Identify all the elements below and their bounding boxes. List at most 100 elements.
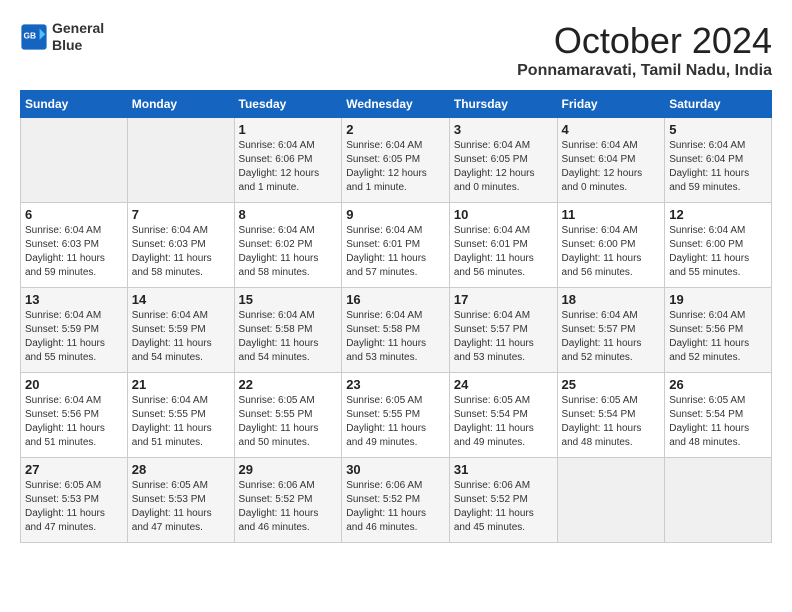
calendar-cell: 7 Sunrise: 6:04 AM Sunset: 6:03 PM Daylig… [127,203,234,288]
week-row-5: 27 Sunrise: 6:05 AM Sunset: 5:53 PM Dayli… [21,458,772,543]
calendar-cell [665,458,772,543]
calendar-cell: 27 Sunrise: 6:05 AM Sunset: 5:53 PM Dayli… [21,458,128,543]
calendar-cell: 21 Sunrise: 6:04 AM Sunset: 5:55 PM Dayli… [127,373,234,458]
day-info: Sunrise: 6:05 AM Sunset: 5:54 PM Dayligh… [562,394,661,450]
day-info: Sunrise: 6:05 AM Sunset: 5:55 PM Dayligh… [239,394,338,450]
day-number: 6 [25,207,123,222]
day-info: Sunrise: 6:04 AM Sunset: 5:56 PM Dayligh… [669,309,767,365]
day-number: 29 [239,462,338,477]
calendar-cell: 14 Sunrise: 6:04 AM Sunset: 5:59 PM Dayli… [127,288,234,373]
calendar-cell: 24 Sunrise: 6:05 AM Sunset: 5:54 PM Dayli… [449,373,557,458]
day-info: Sunrise: 6:05 AM Sunset: 5:54 PM Dayligh… [454,394,553,450]
day-number: 3 [454,122,553,137]
calendar-cell: 31Sunrise: 6:06 AM Sunset: 5:52 PM Dayli… [449,458,557,543]
calendar-cell: 10 Sunrise: 6:04 AM Sunset: 6:01 PM Dayli… [449,203,557,288]
day-number: 23 [346,377,445,392]
day-info: Sunrise: 6:04 AM Sunset: 5:57 PM Dayligh… [454,309,553,365]
weekday-header-friday: Friday [557,91,665,118]
svg-text:GB: GB [24,30,37,40]
week-row-1: 1Sunrise: 6:04 AM Sunset: 6:06 PM Daylig… [21,118,772,203]
week-row-3: 13 Sunrise: 6:04 AM Sunset: 5:59 PM Dayli… [21,288,772,373]
calendar-cell: 12Sunrise: 6:04 AM Sunset: 6:00 PM Dayli… [665,203,772,288]
day-number: 1 [239,122,338,137]
calendar-cell: 25 Sunrise: 6:05 AM Sunset: 5:54 PM Dayli… [557,373,665,458]
calendar-cell: 8Sunrise: 6:04 AM Sunset: 6:02 PM Daylig… [234,203,342,288]
day-number: 12 [669,207,767,222]
calendar-cell: 26Sunrise: 6:05 AM Sunset: 5:54 PM Dayli… [665,373,772,458]
day-info: Sunrise: 6:04 AM Sunset: 6:03 PM Dayligh… [132,224,230,280]
calendar-cell: 29 Sunrise: 6:06 AM Sunset: 5:52 PM Dayli… [234,458,342,543]
calendar-cell: 19 Sunrise: 6:04 AM Sunset: 5:56 PM Dayli… [665,288,772,373]
day-number: 7 [132,207,230,222]
day-info: Sunrise: 6:05 AM Sunset: 5:55 PM Dayligh… [346,394,445,450]
calendar-cell: 28 Sunrise: 6:05 AM Sunset: 5:53 PM Dayli… [127,458,234,543]
calendar-cell: 22 Sunrise: 6:05 AM Sunset: 5:55 PM Dayli… [234,373,342,458]
logo-icon: GB [20,23,48,51]
calendar-cell: 15 Sunrise: 6:04 AM Sunset: 5:58 PM Dayli… [234,288,342,373]
day-number: 16 [346,292,445,307]
day-number: 10 [454,207,553,222]
day-info: Sunrise: 6:04 AM Sunset: 5:58 PM Dayligh… [346,309,445,365]
day-number: 26 [669,377,767,392]
day-info: Sunrise: 6:06 AM Sunset: 5:52 PM Dayligh… [346,479,445,535]
weekday-header-saturday: Saturday [665,91,772,118]
day-number: 15 [239,292,338,307]
logo-line1: General [52,20,104,37]
day-info: Sunrise: 6:04 AM Sunset: 5:56 PM Dayligh… [25,394,123,450]
day-info: Sunrise: 6:04 AM Sunset: 5:55 PM Dayligh… [132,394,230,450]
day-info: Sunrise: 6:05 AM Sunset: 5:53 PM Dayligh… [132,479,230,535]
day-info: Sunrise: 6:04 AM Sunset: 6:05 PM Dayligh… [346,139,445,195]
day-info: Sunrise: 6:05 AM Sunset: 5:53 PM Dayligh… [25,479,123,535]
day-number: 2 [346,122,445,137]
calendar-cell [21,118,128,203]
calendar-cell: 23 Sunrise: 6:05 AM Sunset: 5:55 PM Dayli… [342,373,450,458]
calendar-cell: 17Sunrise: 6:04 AM Sunset: 5:57 PM Dayli… [449,288,557,373]
location: Ponnamaravati, Tamil Nadu, India [517,62,772,80]
day-number: 18 [562,292,661,307]
day-info: Sunrise: 6:04 AM Sunset: 6:01 PM Dayligh… [454,224,553,280]
day-number: 4 [562,122,661,137]
calendar-cell: 9Sunrise: 6:04 AM Sunset: 6:01 PM Daylig… [342,203,450,288]
calendar-cell: 11Sunrise: 6:04 AM Sunset: 6:00 PM Dayli… [557,203,665,288]
calendar-cell: 1Sunrise: 6:04 AM Sunset: 6:06 PM Daylig… [234,118,342,203]
calendar-table: SundayMondayTuesdayWednesdayThursdayFrid… [20,90,772,543]
calendar-cell: 5 Sunrise: 6:04 AM Sunset: 6:04 PM Daylig… [665,118,772,203]
day-info: Sunrise: 6:04 AM Sunset: 6:05 PM Dayligh… [454,139,553,195]
day-number: 28 [132,462,230,477]
week-row-2: 6 Sunrise: 6:04 AM Sunset: 6:03 PM Daylig… [21,203,772,288]
calendar-cell: 30Sunrise: 6:06 AM Sunset: 5:52 PM Dayli… [342,458,450,543]
day-number: 21 [132,377,230,392]
day-number: 8 [239,207,338,222]
day-number: 22 [239,377,338,392]
day-info: Sunrise: 6:04 AM Sunset: 5:57 PM Dayligh… [562,309,661,365]
day-number: 25 [562,377,661,392]
day-info: Sunrise: 6:04 AM Sunset: 6:01 PM Dayligh… [346,224,445,280]
day-info: Sunrise: 6:04 AM Sunset: 6:04 PM Dayligh… [562,139,661,195]
day-number: 27 [25,462,123,477]
day-number: 5 [669,122,767,137]
weekday-header-sunday: Sunday [21,91,128,118]
day-info: Sunrise: 6:06 AM Sunset: 5:52 PM Dayligh… [239,479,338,535]
day-info: Sunrise: 6:04 AM Sunset: 6:04 PM Dayligh… [669,139,767,195]
calendar-cell: 2 Sunrise: 6:04 AM Sunset: 6:05 PM Daylig… [342,118,450,203]
header: GB General Blue October 2024 Ponnamarava… [20,20,772,80]
calendar-cell [557,458,665,543]
logo: GB General Blue [20,20,104,54]
day-number: 24 [454,377,553,392]
calendar-cell: 20 Sunrise: 6:04 AM Sunset: 5:56 PM Dayli… [21,373,128,458]
calendar-cell: 16 Sunrise: 6:04 AM Sunset: 5:58 PM Dayli… [342,288,450,373]
logo-text: General Blue [52,20,104,54]
day-info: Sunrise: 6:04 AM Sunset: 5:58 PM Dayligh… [239,309,338,365]
day-number: 14 [132,292,230,307]
weekday-header-monday: Monday [127,91,234,118]
day-number: 19 [669,292,767,307]
weekday-header-tuesday: Tuesday [234,91,342,118]
logo-line2: Blue [52,37,104,54]
day-number: 13 [25,292,123,307]
calendar-cell [127,118,234,203]
day-info: Sunrise: 6:04 AM Sunset: 5:59 PM Dayligh… [132,309,230,365]
day-number: 20 [25,377,123,392]
calendar-cell: 6Sunrise: 6:04 AM Sunset: 6:03 PM Daylig… [21,203,128,288]
day-number: 31 [454,462,553,477]
month-title: October 2024 [517,20,772,62]
